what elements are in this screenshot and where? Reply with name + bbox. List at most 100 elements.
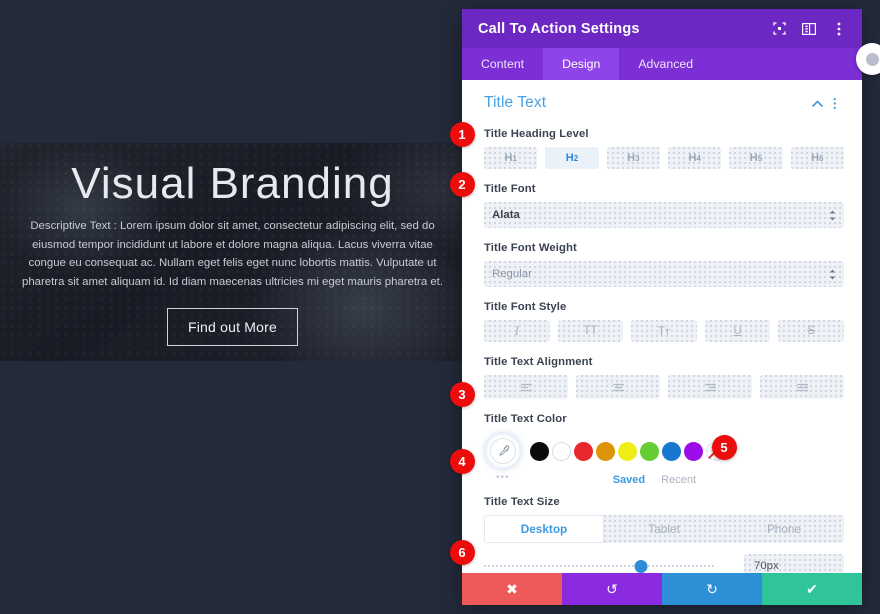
tab-advanced[interactable]: Advanced	[619, 48, 712, 80]
field-label: Title Font Weight	[484, 242, 577, 254]
heading-level-h4-button[interactable]: H4	[667, 147, 722, 169]
swatch-red[interactable]	[573, 441, 593, 461]
more-vertical-icon[interactable]	[829, 19, 849, 39]
field-title-text-color: Title Text Color ••• Saved Recent	[484, 413, 844, 486]
swatch-green[interactable]	[639, 441, 659, 461]
heading-level-h5-button[interactable]: H5	[729, 147, 783, 169]
text-size-slider[interactable]	[484, 559, 715, 573]
screen: Visual Branding Descriptive Text : Lorem…	[0, 0, 880, 614]
recent-colors-tab[interactable]: Recent	[661, 474, 696, 486]
slider-thumb[interactable]	[634, 559, 648, 573]
save-button[interactable]: ✔	[762, 573, 862, 605]
small-caps-button[interactable]: TT	[631, 320, 697, 342]
h1-sub: 1	[512, 153, 517, 163]
modal-body: Title Text Title Heading Level H 1 H 2 H…	[462, 80, 862, 573]
settings-gear-icon	[865, 52, 879, 66]
small-caps-icon: TT	[657, 324, 671, 338]
field-label: Title Font	[484, 183, 536, 195]
title-font-weight-select[interactable]: Regular	[484, 261, 844, 287]
hero-title: Visual Branding	[71, 159, 394, 208]
saved-colors-tab[interactable]: Saved	[613, 474, 645, 486]
cancel-button[interactable]: ✖	[462, 573, 562, 605]
section-title: Title Text	[484, 94, 547, 111]
h4-label: H	[688, 152, 697, 164]
field-label: Title Text Size	[484, 496, 560, 508]
align-left-button[interactable]	[484, 375, 568, 399]
align-right-icon	[704, 383, 716, 391]
select-arrows-icon	[829, 210, 836, 221]
h6-label: H	[811, 152, 820, 164]
h1-label: H	[504, 152, 513, 164]
section-more-vertical-icon[interactable]	[826, 94, 844, 112]
heading-level-h1-button[interactable]: H1	[484, 147, 538, 169]
swatch-white[interactable]	[551, 441, 571, 461]
expand-icon[interactable]	[769, 19, 789, 39]
h4-sub: 4	[696, 153, 701, 163]
call-to-action-settings-modal: Call To Action Settings Content Design A…	[462, 9, 862, 605]
title-font-value: Alata	[492, 209, 520, 221]
align-center-icon	[612, 383, 624, 391]
section-header-title-text: Title Text	[484, 94, 844, 112]
italic-button[interactable]: I	[484, 320, 550, 342]
uppercase-icon: TT	[583, 325, 598, 337]
hero-description: Descriptive Text : Lorem ipsum dolor sit…	[21, 220, 443, 288]
annotation-badge-5: 5	[711, 434, 737, 460]
heading-level-h2-button[interactable]: H2	[545, 147, 599, 169]
heading-level-h3-button[interactable]: H3	[606, 147, 660, 169]
field-title-text-size: Title Text Size Desktop Tablet Phone 70p…	[484, 496, 844, 573]
text-size-slider-row: 70px	[484, 554, 844, 573]
chevron-up-icon[interactable]	[808, 94, 826, 112]
underline-button[interactable]: U	[704, 320, 771, 342]
h2-label: H	[565, 152, 574, 164]
text-size-value-input[interactable]: 70px	[744, 554, 844, 573]
undo-button[interactable]: ↺	[562, 573, 662, 605]
modal-tabs: Content Design Advanced	[462, 48, 862, 80]
redo-button[interactable]: ↻	[662, 573, 762, 605]
tab-design[interactable]: Design	[543, 48, 620, 80]
swatch-orange[interactable]	[595, 441, 615, 461]
font-style-button-row: I TT TT U S	[484, 320, 844, 342]
annotation-badge-4: 4	[449, 448, 475, 474]
h5-sub: 5	[757, 153, 763, 163]
h5-label: H	[749, 152, 758, 164]
uppercase-button[interactable]: TT	[557, 320, 624, 342]
hero-cta-button[interactable]: Find out More	[167, 308, 298, 347]
eyedropper-icon	[498, 444, 509, 456]
color-tabs: Saved Recent	[484, 474, 844, 486]
field-label: Title Text Color	[484, 413, 567, 425]
annotation-badge-2: 2	[449, 171, 475, 197]
title-font-select[interactable]: Alata	[484, 202, 844, 228]
device-tab-phone[interactable]: Phone	[724, 515, 844, 543]
annotation-badge-1: 1	[449, 121, 475, 147]
field-title-font-style: Title Font Style I TT TT U S	[484, 301, 844, 342]
tab-content[interactable]: Content	[462, 48, 543, 80]
floating-settings-circle[interactable]	[856, 43, 880, 75]
annotation-badge-3: 3	[449, 381, 475, 407]
swatch-yellow[interactable]	[617, 441, 637, 461]
align-center-button[interactable]	[576, 375, 660, 399]
panel-layout-icon[interactable]	[799, 19, 819, 39]
field-label: Title Heading Level	[484, 128, 589, 140]
modal-footer: ✖ ↺ ↻ ✔	[462, 573, 862, 605]
field-label: Title Font Style	[484, 301, 567, 313]
heading-level-button-row: H1 H2 H3 H4 H5 H6	[484, 147, 844, 169]
align-justify-icon	[796, 383, 808, 391]
more-colors-dots[interactable]: •••	[496, 472, 510, 483]
strikethrough-button[interactable]: S	[778, 320, 844, 342]
text-alignment-button-row	[484, 375, 844, 399]
align-right-button[interactable]	[668, 375, 752, 399]
h2-sub: 2	[573, 153, 579, 163]
swatch-black[interactable]	[529, 441, 549, 461]
title-font-weight-value: Regular	[492, 268, 532, 280]
device-tab-row: Desktop Tablet Phone	[484, 515, 844, 543]
align-justify-button[interactable]	[760, 375, 844, 399]
slider-track	[484, 565, 715, 567]
field-title-heading-level: Title Heading Level H1 H2 H3 H4 H5 H6	[484, 128, 844, 169]
swatch-purple[interactable]	[683, 441, 703, 461]
device-tab-tablet[interactable]: Tablet	[604, 515, 724, 543]
swatch-blue[interactable]	[661, 441, 681, 461]
heading-level-h6-button[interactable]: H6	[790, 147, 844, 169]
device-tab-desktop[interactable]: Desktop	[484, 515, 604, 543]
eyedropper-button[interactable]: •••	[484, 432, 522, 483]
field-title-text-alignment: Title Text Alignment	[484, 356, 844, 399]
